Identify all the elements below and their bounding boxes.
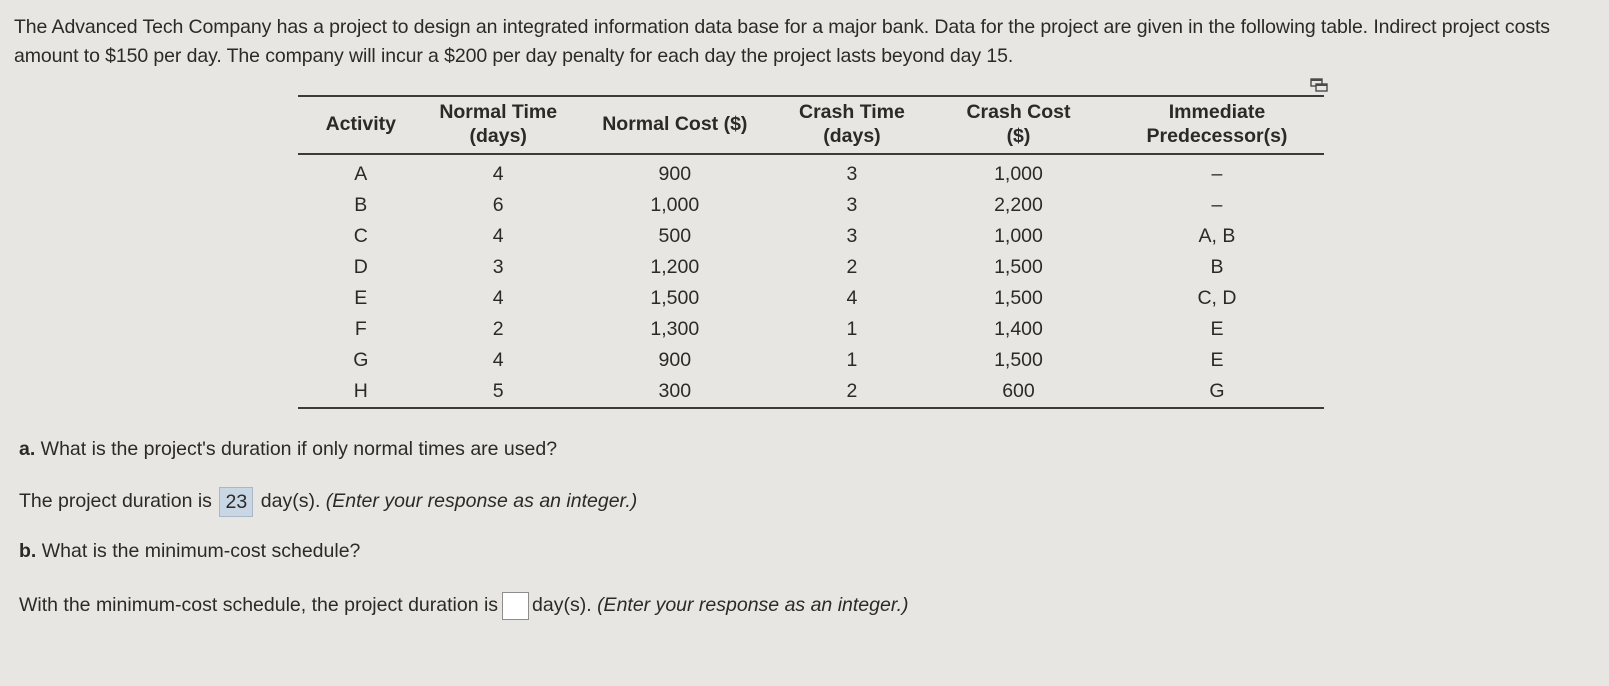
part-b-label: b. xyxy=(19,540,37,562)
cell-crash-time: 2 xyxy=(846,256,858,278)
part-b-answer-field[interactable] xyxy=(502,592,530,620)
table-row: G 4 900 1 1,500 E xyxy=(298,345,1324,376)
cell-crash-cost: 1,000 xyxy=(994,163,1043,185)
cell-predecessors: E xyxy=(1210,318,1224,340)
table-header-row: Activity Normal Time (days) Normal Cost (… xyxy=(298,96,1324,154)
cell-crash-time: 1 xyxy=(846,349,858,371)
cell-normal-time: 4 xyxy=(492,287,504,309)
cell-crash-cost: 1,500 xyxy=(994,349,1043,371)
cell-predecessors: – xyxy=(1211,163,1223,185)
cell-activity: F xyxy=(354,318,367,340)
cell-crash-cost: 600 xyxy=(1002,380,1035,402)
table-row: D 3 1,200 2 1,500 B xyxy=(298,252,1324,283)
part-b-answer-line: With the minimum-cost schedule, the proj… xyxy=(19,592,909,620)
part-b-instruction: (Enter your response as an integer.) xyxy=(597,594,909,617)
cell-crash-cost: 2,200 xyxy=(994,194,1043,216)
cell-predecessors: G xyxy=(1209,380,1225,402)
cell-normal-cost: 900 xyxy=(658,349,692,371)
cell-activity: H xyxy=(353,380,368,402)
cell-activity: C xyxy=(353,225,368,247)
cell-activity: G xyxy=(353,349,369,371)
cell-normal-time: 4 xyxy=(492,349,504,371)
cell-predecessors: A, B xyxy=(1198,225,1236,247)
table-row: F 2 1,300 1 1,400 E xyxy=(298,314,1324,345)
cell-crash-time: 3 xyxy=(846,194,858,216)
cell-activity: D xyxy=(353,256,368,278)
cell-normal-cost: 900 xyxy=(658,163,692,185)
cell-normal-time: 4 xyxy=(492,225,504,247)
part-a-question-text: What is the project's duration if only n… xyxy=(35,438,558,460)
part-a-answer-field[interactable]: 23 xyxy=(219,487,254,517)
table-row: H 5 300 2 600 G xyxy=(298,376,1324,408)
cell-normal-time: 2 xyxy=(492,318,504,340)
cell-crash-time: 1 xyxy=(846,318,858,340)
header-predecessors: Immediate Predecessor(s) xyxy=(1146,101,1288,147)
header-normal-cost: Normal Cost ($) xyxy=(602,113,748,135)
problem-statement: The Advanced Tech Company has a project … xyxy=(14,16,1550,67)
cell-normal-cost: 500 xyxy=(658,225,692,247)
cell-crash-time: 2 xyxy=(846,380,858,402)
cell-crash-cost: 1,500 xyxy=(994,287,1043,309)
cell-normal-time: 6 xyxy=(492,194,504,216)
part-a-label: a. xyxy=(19,438,36,460)
popout-window-icon[interactable] xyxy=(1310,78,1328,92)
table-row: E 4 1,500 4 1,500 C, D xyxy=(298,283,1324,314)
header-activity: Activity xyxy=(325,113,397,135)
part-a-instruction: (Enter your response as an integer.) xyxy=(325,490,638,513)
cell-activity: E xyxy=(354,287,368,309)
cell-crash-cost: 1,400 xyxy=(994,318,1043,340)
part-a-answer-suffix: day(s). xyxy=(255,490,326,513)
part-b-question-text: What is the minimum-cost schedule? xyxy=(36,540,361,562)
part-a-question: a. What is the project's duration if onl… xyxy=(19,438,557,461)
project-data-table: Activity Normal Time (days) Normal Cost (… xyxy=(298,95,1324,409)
part-a-answer-prefix: The project duration is xyxy=(19,490,218,513)
cell-activity: A xyxy=(354,163,368,185)
cell-crash-time: 3 xyxy=(846,225,858,247)
part-b-question: b. What is the minimum-cost schedule? xyxy=(19,540,360,563)
cell-normal-time: 5 xyxy=(492,380,504,402)
cell-normal-cost: 1,300 xyxy=(650,318,700,340)
cell-crash-cost: 1,000 xyxy=(994,225,1043,247)
cell-predecessors: C, D xyxy=(1197,287,1237,309)
part-b-answer-prefix: With the minimum-cost schedule, the proj… xyxy=(19,594,499,617)
header-crash-cost: Crash Cost ($) xyxy=(966,101,1071,147)
cell-predecessors: B xyxy=(1210,256,1224,278)
header-crash-time: Crash Time (days) xyxy=(799,101,905,147)
cell-normal-time: 4 xyxy=(492,163,504,185)
cell-normal-cost: 1,200 xyxy=(650,256,700,278)
cell-normal-cost: 1,000 xyxy=(650,194,700,216)
cell-crash-time: 3 xyxy=(846,163,858,185)
cell-predecessors: – xyxy=(1211,194,1223,216)
cell-normal-cost: 300 xyxy=(658,380,692,402)
cell-crash-cost: 1,500 xyxy=(994,256,1043,278)
header-normal-time: Normal Time (days) xyxy=(439,101,558,147)
cell-normal-cost: 1,500 xyxy=(650,287,700,309)
cell-predecessors: E xyxy=(1210,349,1224,371)
cell-activity: B xyxy=(354,194,368,216)
table-row: B 6 1,000 3 2,200 – xyxy=(298,190,1324,221)
table-row: A 4 900 3 1,000 – xyxy=(298,154,1324,190)
part-a-answer-line: The project duration is 23 day(s). (Ente… xyxy=(19,487,637,517)
cell-crash-time: 4 xyxy=(846,287,858,309)
cell-normal-time: 3 xyxy=(492,256,504,278)
table-row: C 4 500 3 1,000 A, B xyxy=(298,221,1324,252)
part-b-answer-suffix: day(s). xyxy=(532,594,598,617)
